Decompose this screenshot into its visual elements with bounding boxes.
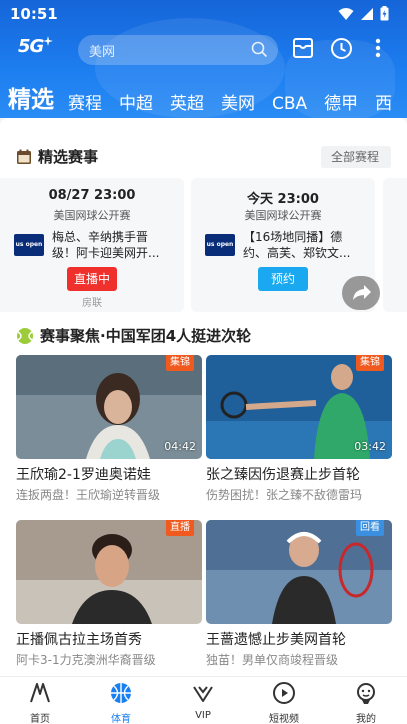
replay-tag: 回看 [356, 520, 384, 536]
match-time: 今天 23:00 [247, 192, 319, 207]
profile-icon [357, 683, 375, 704]
news-title: 张之臻因伤退赛止步首轮 [206, 467, 360, 483]
nav-sports[interactable]: 体育 [91, 681, 151, 724]
share-icon [353, 285, 371, 300]
more-icon[interactable] [374, 37, 382, 59]
play-icon [273, 682, 295, 704]
tennis-ball-icon [17, 327, 33, 344]
featured-matches-header: 精选赛事 [16, 146, 98, 167]
us-open-logo: us open [205, 234, 235, 256]
focus-title: 赛事聚焦·中国军团4人挺进次轮 [40, 327, 252, 345]
match-description: 梅总、辛纳携手晋级！阿卡迎美网开... [52, 230, 160, 260]
news-title: 王蔷遗憾止步美网首轮 [206, 632, 346, 648]
logo-sparkle-icon [43, 36, 54, 46]
vip-icon [193, 686, 213, 702]
calendar-icon [17, 149, 31, 164]
video-tag: 集锦 [166, 355, 194, 371]
focus-header: 赛事聚焦·中国军团4人挺进次轮 [16, 325, 251, 346]
nav-profile[interactable]: 我的 [336, 681, 396, 724]
nav-profile-label: 我的 [356, 714, 376, 724]
history-icon[interactable] [330, 37, 353, 60]
tab-us-open[interactable]: 美网 [221, 89, 255, 114]
home-icon [30, 683, 50, 703]
video-duration: 04:42 [164, 440, 196, 453]
inbox-icon[interactable] [292, 37, 314, 59]
nav-home[interactable]: 首页 [10, 681, 70, 724]
search-placeholder: 美网 [89, 45, 116, 60]
live-now-button[interactable]: 直播中 [67, 267, 117, 291]
news-title: 正播佩古拉主场首秀 [16, 632, 142, 648]
news-subtitle: 伤势困扰！张之臻不敌德雷玛 [206, 488, 363, 502]
video-thumbnail[interactable]: 回看 [206, 520, 392, 624]
news-subtitle: 连扳两盘！王欣瑜逆转晋级 [16, 488, 161, 502]
tab-cba[interactable]: CBA [272, 94, 307, 114]
match-card[interactable]: 08/27 23:00 美国网球公开赛 us open 梅总、辛纳携手晋级！阿卡… [0, 178, 184, 312]
status-time: 10:51 [10, 5, 58, 23]
system-icons [338, 6, 389, 21]
video-thumbnail[interactable]: 直播 [16, 520, 202, 624]
match-source: 房联 [82, 298, 102, 309]
match-card-partial[interactable] [383, 178, 407, 312]
app-logo[interactable]: 5G [18, 36, 54, 57]
bottom-navigation: 首页 体育 VIP 短视频 我的 [0, 676, 407, 724]
search-bar[interactable]: 美网 [78, 35, 278, 65]
featured-matches-title: 精选赛事 [38, 148, 99, 166]
signal-icon [361, 7, 373, 20]
news-title: 王欣瑜2-1罗迪奥诺娃 [16, 467, 151, 483]
main-content: 精选赛事 全部赛程 08/27 23:00 美国网球公开赛 us open 梅总… [0, 118, 407, 676]
category-tabs: 精选 赛程 中超 英超 美网 CBA 德甲 西 [0, 78, 407, 114]
match-time: 08/27 23:00 [48, 188, 136, 203]
video-duration: 03:42 [354, 440, 386, 453]
tab-csl[interactable]: 中超 [119, 89, 153, 114]
video-thumbnail[interactable]: 集锦 04:42 [16, 355, 202, 459]
all-schedule-button[interactable]: 全部赛程 [321, 146, 391, 168]
nav-vip-label: VIP [195, 710, 211, 721]
basketball-icon [111, 683, 131, 703]
us-open-logo: us open [14, 234, 44, 256]
tab-laliga[interactable]: 西 [375, 89, 392, 114]
news-subtitle: 独苗！男单仅商竣程晋级 [206, 653, 339, 667]
battery-icon [380, 6, 389, 21]
video-thumbnail[interactable]: 集锦 03:42 [206, 355, 392, 459]
wifi-icon [338, 7, 354, 20]
tab-featured[interactable]: 精选 [8, 80, 54, 114]
video-tag: 集锦 [356, 355, 384, 371]
tab-bundesliga[interactable]: 德甲 [324, 89, 358, 114]
status-bar: 10:51 [0, 0, 407, 28]
search-icon[interactable] [251, 41, 268, 58]
nav-vip[interactable]: VIP [173, 681, 233, 721]
match-event: 美国网球公开赛 [53, 209, 131, 222]
match-description: 【16场地同播】德约、高芙、郑钦文... [243, 230, 351, 260]
nav-home-label: 首页 [30, 714, 50, 724]
match-event: 美国网球公开赛 [244, 209, 322, 222]
nav-sports-label: 体育 [111, 714, 131, 724]
reserve-button[interactable]: 预约 [258, 267, 308, 291]
nav-short-video-label: 短视频 [269, 714, 299, 724]
tab-premier-league[interactable]: 英超 [170, 89, 204, 114]
share-button[interactable] [342, 276, 380, 310]
live-tag: 直播 [166, 520, 194, 536]
logo-text: 5G [18, 36, 44, 57]
nav-short-video[interactable]: 短视频 [254, 681, 314, 724]
news-subtitle: 阿卡3-1力克澳洲华裔晋级 [16, 653, 156, 667]
header: 10:51 5G 美网 精选 赛程 中超 英超 美网 CBA 德甲 西 [0, 0, 407, 118]
tab-schedule[interactable]: 赛程 [68, 89, 102, 114]
